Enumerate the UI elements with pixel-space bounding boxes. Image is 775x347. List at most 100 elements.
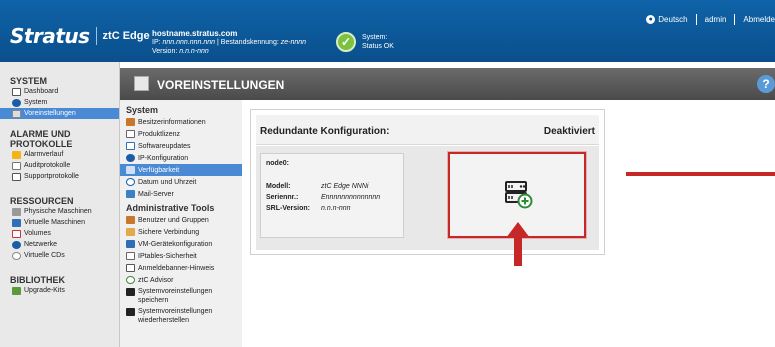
subnav-item-owner-info[interactable]: Besitzerinformationen [120, 116, 242, 128]
subnav-item-label: Systemvoreinstellungen speichern [138, 287, 212, 305]
subnav-item-label: Softwareupdates [138, 142, 191, 150]
ip-line: IP: nnn.nnn.nnn.nnn | Bestandskennung: z… [152, 38, 306, 47]
sidebar-item-label: Dashboard [24, 88, 59, 95]
sidebar-item-virtual-cds[interactable]: Virtuelle CDs [0, 250, 119, 261]
callout-arrow-up [506, 222, 530, 266]
page-title: VOREINSTELLUNGEN [157, 78, 285, 92]
sidebar-item-label: System [24, 99, 48, 106]
hostname: hostname.stratus.com [152, 29, 238, 38]
host-info: hostname.stratus.com IP: nnn.nnn.nnn.nnn… [152, 29, 306, 56]
node-card: node0: Modell: ztC Edge NNNi Seriennr.: En… [260, 153, 404, 238]
field-label: Seriennr.: [266, 194, 299, 201]
language-link[interactable]: Deutsch [658, 15, 687, 24]
stratus-logo: Stratus ztC Edge [10, 24, 150, 48]
brand-name: Stratus [10, 24, 90, 48]
subnav-item-vm-device-config[interactable]: VM-Gerätekonfiguration [120, 238, 242, 250]
users-icon [126, 216, 135, 224]
node-model: Modell: ztC Edge NNNi [266, 183, 368, 190]
restore-icon [126, 308, 135, 316]
version-line: Version: n.n.n-nnn [152, 47, 306, 56]
node-name: node0: [266, 160, 289, 167]
subnav-item-mail-server[interactable]: Mail-Server [120, 188, 242, 200]
subnav-item-product-license[interactable]: Produktlizenz [120, 128, 242, 140]
sidebar-item-volumes[interactable]: Volumes [0, 228, 119, 239]
person-icon [126, 118, 135, 126]
help-icon[interactable]: ? [757, 75, 775, 93]
sidebar-item-label: Upgrade-Kits [24, 287, 65, 294]
user-link[interactable]: admin [705, 15, 727, 24]
sidebar-item-system[interactable]: System [0, 97, 119, 108]
status-ok-icon: ✓ [336, 32, 356, 52]
section-title-line: ALARME UND [10, 129, 71, 139]
sidebar-item-label: Voreinstellungen [24, 110, 76, 117]
logo-divider [95, 27, 97, 45]
version-label: Version: [152, 48, 180, 55]
redundancy-label: Redundante Konfiguration: [260, 126, 390, 137]
subnav-item-secure-connection[interactable]: Sichere Verbindung [120, 226, 242, 238]
system-status: System: Status OK [362, 33, 394, 51]
header: Stratus ztC Edge hostname.stratus.com IP… [0, 0, 775, 62]
sidebar-item-alarm-history[interactable]: Alarmverlauf [0, 149, 119, 160]
upload-icon [126, 288, 135, 296]
warning-icon [12, 150, 21, 159]
network-icon [12, 240, 21, 249]
sidebar-section-alarms: ALARME UND PROTOKOLLE [0, 129, 119, 149]
subnav-item-label: Benutzer und Gruppen [138, 216, 209, 224]
sidebar-item-physical-machines[interactable]: Physische Maschinen [0, 206, 119, 217]
label-line: Systemvoreinstellungen [138, 308, 213, 315]
subnav-item-restore-preferences[interactable]: Systemvoreinstellungen wiederherstellen [120, 306, 242, 326]
sidebar-section-system: SYSTEM [10, 76, 48, 86]
field-value: ztC Edge NNNi [321, 183, 369, 190]
sidebar-item-virtual-machines[interactable]: Virtuelle Maschinen [0, 217, 119, 228]
vm-icon [126, 240, 135, 248]
advisor-icon [126, 276, 135, 284]
firewall-icon [126, 252, 135, 260]
left-sidebar: SYSTEM Dashboard System Voreinstellungen… [0, 62, 120, 347]
cd-icon [12, 251, 21, 260]
subnav-item-label: Datum und Uhrzeit [138, 178, 197, 186]
subnav-item-availability[interactable]: Verfügbarkeit [120, 164, 242, 176]
logout-link[interactable]: Abmelde [743, 15, 775, 24]
version-value: n.n.n-nnn [179, 48, 209, 55]
sidebar-item-audit-logs[interactable]: Auditprotokolle [0, 160, 119, 171]
sidebar-item-upgrade-kits[interactable]: Upgrade-Kits [0, 285, 119, 296]
topnav-divider [695, 14, 697, 25]
subnav-item-label: Besitzerinformationen [138, 118, 206, 126]
volume-icon [12, 229, 21, 238]
info-icon [12, 87, 21, 96]
status-value: Status OK [362, 43, 394, 50]
subnav-section-admin-tools: Administrative Tools [126, 203, 215, 213]
subnav-item-label: Systemvoreinstellungen wiederherstellen [138, 307, 212, 325]
subnav-item-save-preferences[interactable]: Systemvoreinstellungen speichern [120, 286, 242, 306]
sidebar-item-networks[interactable]: Netzwerke [0, 239, 119, 250]
system-icon [12, 98, 21, 107]
sidebar-item-preferences[interactable]: Voreinstellungen [0, 108, 119, 119]
subnav-item-date-time[interactable]: Datum und Uhrzeit [120, 176, 242, 188]
sidebar-item-label: Netzwerke [24, 241, 58, 248]
sidebar-item-label: Alarmverlauf [24, 151, 64, 158]
node-serial: Seriennr.: Ennnnnnnnnnnnnn [266, 194, 380, 201]
subnav-item-software-updates[interactable]: Softwareupdates [120, 140, 242, 152]
sidebar-item-label: Auditprotokolle [24, 162, 71, 169]
sidebar-item-label: Supportprotokolle [24, 173, 79, 180]
subnav-item-label: Sichere Verbindung [138, 228, 200, 236]
subnav-item-users-groups[interactable]: Benutzer und Gruppen [120, 214, 242, 226]
license-icon [126, 130, 135, 138]
edit-document-icon [12, 172, 21, 181]
redundancy-panel: Redundante Konfiguration: Deaktiviert no… [250, 109, 605, 255]
preferences-icon [134, 76, 149, 91]
subnav-item-ztc-advisor[interactable]: ztC Advisor [120, 274, 242, 286]
sidebar-item-dashboard[interactable]: Dashboard [0, 86, 119, 97]
sidebar-item-label: Volumes [24, 230, 51, 237]
subnav-item-iptables-security[interactable]: IPtables-Sicherheit [120, 250, 242, 262]
lock-icon [126, 228, 135, 236]
page-title-bar: VOREINSTELLUNGEN ? [120, 68, 775, 100]
subnav-item-login-banner[interactable]: Anmeldebanner-Hinweis [120, 262, 242, 274]
mail-icon [126, 190, 135, 198]
sidebar-item-label: Virtuelle CDs [24, 252, 65, 259]
subnav-item-label: VM-Gerätekonfiguration [138, 240, 213, 248]
sidebar-item-support-logs[interactable]: Supportprotokolle [0, 171, 119, 182]
redundancy-status: Deaktiviert [543, 126, 595, 137]
subnav-item-ip-config[interactable]: IP-Konfiguration [120, 152, 242, 164]
sidebar-section-resources: RESSOURCEN [10, 196, 74, 206]
